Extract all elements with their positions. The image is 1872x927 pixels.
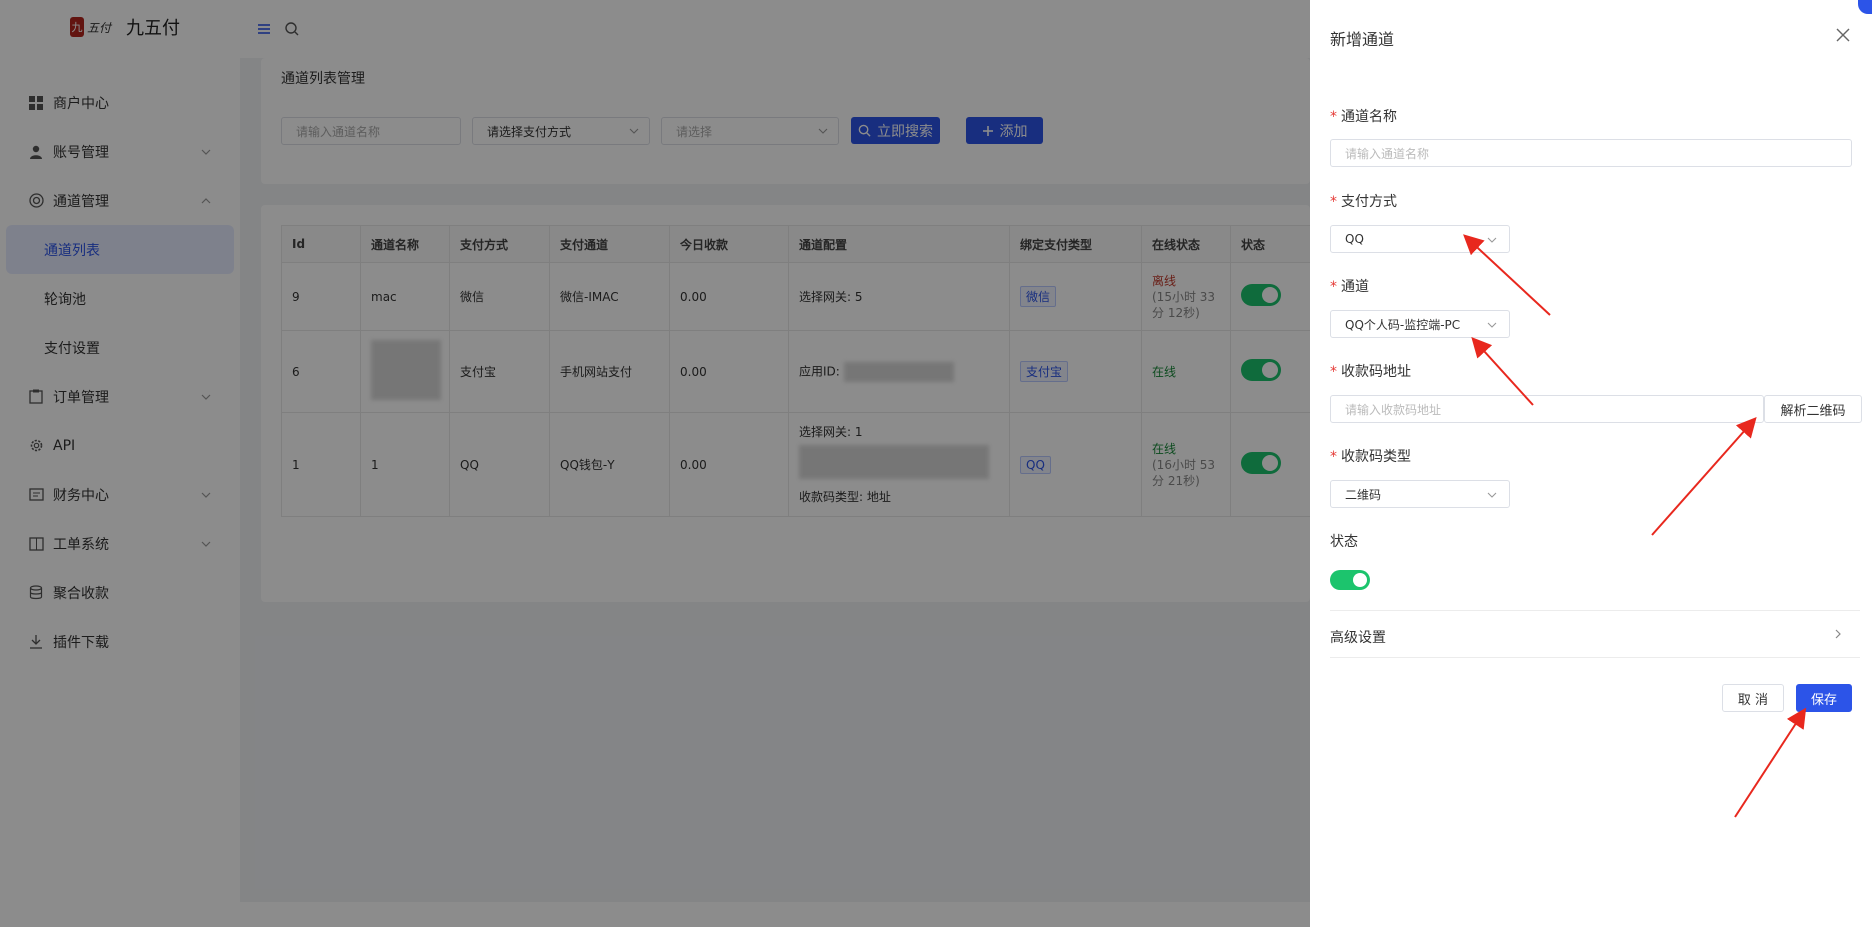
add-channel-drawer: 新增通道 * 通道名称 请输入通道名称 * 支付方式 QQ * 通道 QQ个人码-监控… [1310, 0, 1872, 927]
channel-name-label: * 通道名称 [1330, 109, 1397, 125]
divider [1330, 657, 1860, 658]
channel-select[interactable]: QQ个人码-监控端-PC [1330, 310, 1510, 338]
pay-method-select[interactable]: QQ [1330, 225, 1510, 253]
status-toggle[interactable] [1330, 570, 1370, 590]
parse-qr-button[interactable]: 解析二维码 [1764, 395, 1862, 423]
chevron-down-icon [1487, 492, 1497, 498]
chevron-right-icon[interactable] [1832, 628, 1844, 640]
advanced-settings-toggle[interactable]: 高级设置 [1330, 627, 1386, 647]
channel-name-input[interactable]: 请输入通道名称 [1330, 139, 1852, 167]
divider [1330, 610, 1860, 611]
qr-url-label: * 收款码地址 [1330, 364, 1411, 380]
channel-label: * 通道 [1330, 279, 1369, 295]
qr-type-select[interactable]: 二维码 [1330, 480, 1510, 508]
pay-method-label: * 支付方式 [1330, 194, 1397, 210]
save-button[interactable]: 保存 [1796, 684, 1852, 712]
chevron-down-icon [1487, 237, 1497, 243]
corner-badge [1858, 0, 1872, 14]
chevron-down-icon [1487, 322, 1497, 328]
modal-overlay[interactable] [0, 0, 1310, 927]
cancel-button[interactable]: 取 消 [1722, 684, 1784, 712]
close-icon[interactable] [1836, 28, 1850, 42]
qr-url-input[interactable]: 请输入收款码地址 [1330, 395, 1764, 423]
status-label: 状态 [1330, 534, 1358, 550]
qr-type-label: * 收款码类型 [1330, 449, 1411, 465]
drawer-title: 新增通道 [1330, 30, 1395, 49]
